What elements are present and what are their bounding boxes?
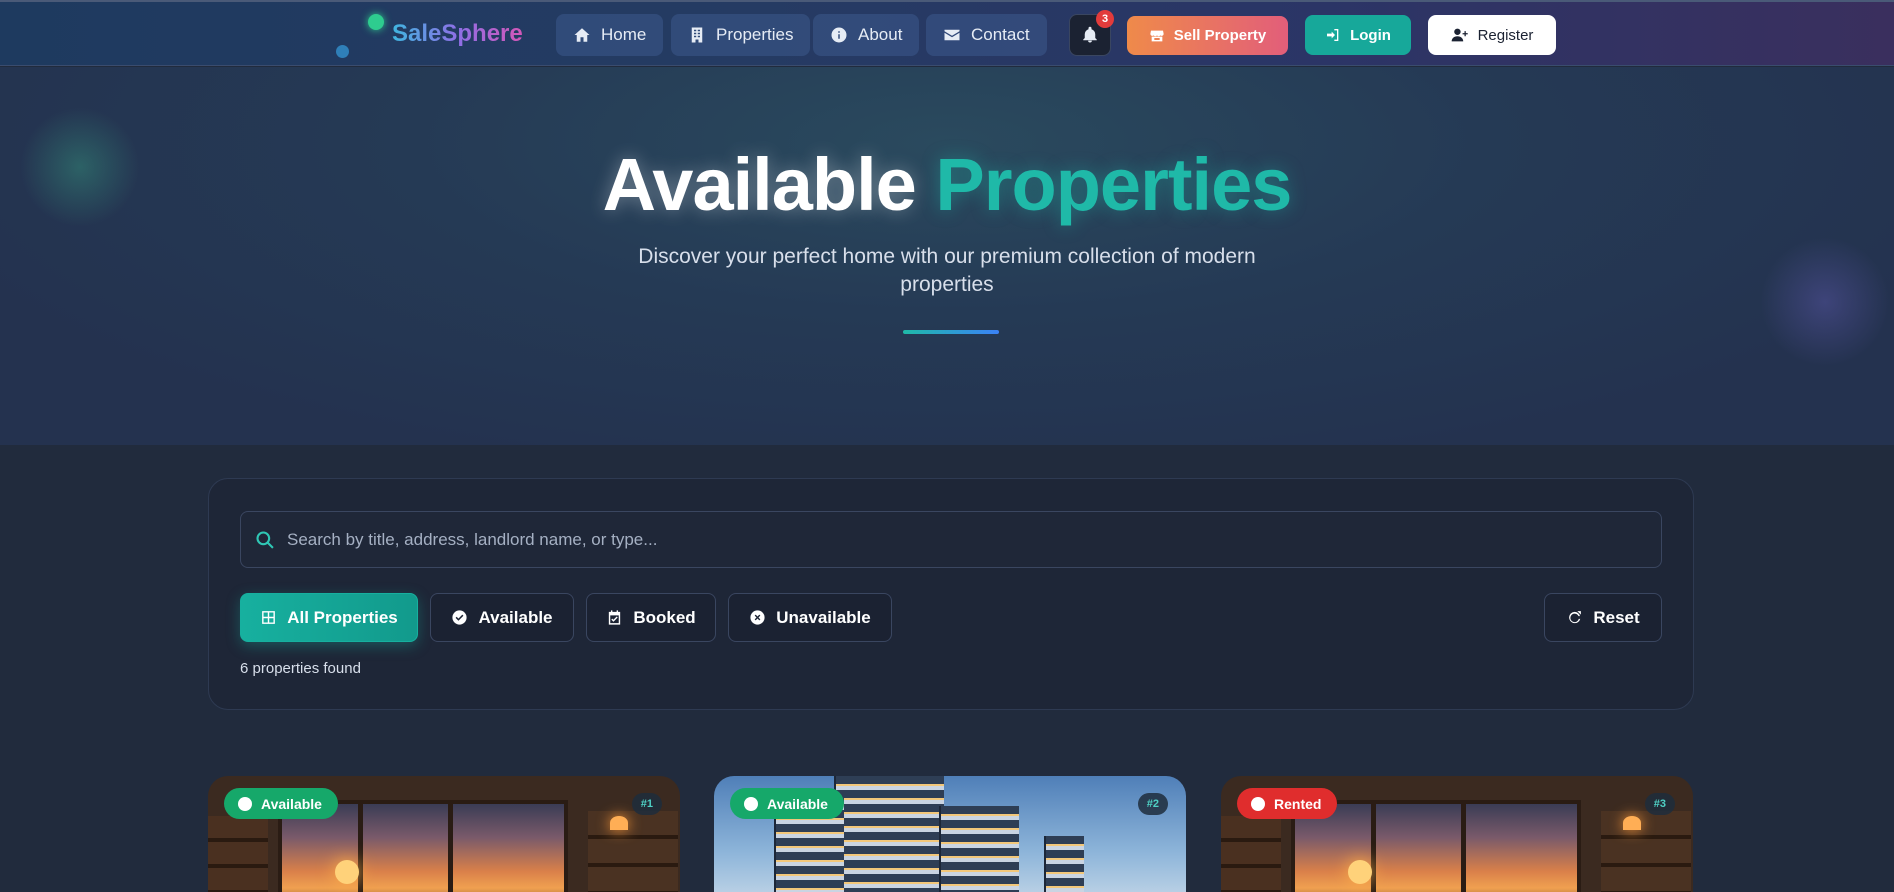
grid-icon: [262, 611, 276, 624]
home-icon: [574, 28, 590, 42]
status-dot-icon: [238, 796, 252, 811]
logo-dot-decoration: [336, 45, 349, 58]
nav-about-link[interactable]: About: [813, 14, 920, 56]
register-label: Register: [1477, 26, 1534, 44]
property-id-tag: #1: [631, 793, 662, 815]
login-button[interactable]: Login: [1305, 15, 1411, 55]
filter-booked-button[interactable]: Booked: [586, 593, 716, 642]
status-badge: Available: [730, 788, 844, 819]
nav-home-link[interactable]: Home: [556, 14, 664, 56]
calendar-check-icon: [609, 610, 621, 625]
filter-all-properties-button[interactable]: All Properties: [240, 593, 418, 642]
property-card[interactable]: Available #2: [714, 776, 1186, 892]
status-label: Rented: [1274, 795, 1322, 812]
filter-unavailable-label: Unavailable: [776, 607, 871, 627]
decorative-glow: [1760, 237, 1890, 367]
nav-contact-label: Contact: [971, 25, 1030, 44]
store-icon: [1150, 30, 1164, 41]
building-icon: [691, 27, 703, 43]
search-input[interactable]: [287, 512, 1647, 567]
check-circle-icon: [452, 610, 468, 625]
refresh-icon: [1569, 611, 1582, 624]
title-underline-divider: [903, 330, 999, 334]
page-title-part1: Available: [602, 143, 917, 226]
page-title-part2: Properties: [935, 143, 1292, 226]
property-id-tag: #3: [1644, 793, 1675, 815]
reset-label: Reset: [1593, 607, 1640, 627]
user-plus-icon: [1451, 28, 1468, 42]
nav-about-label: About: [858, 25, 903, 44]
envelope-icon: [944, 29, 960, 41]
status-dot-icon: [1251, 796, 1265, 811]
nav-properties-link[interactable]: Properties: [671, 14, 811, 56]
filter-booked-label: Booked: [633, 607, 696, 627]
property-id-tag: #2: [1137, 793, 1168, 815]
filter-available-button[interactable]: Available: [430, 593, 574, 642]
results-count: 6 properties found: [240, 660, 361, 677]
status-label: Available: [767, 795, 828, 812]
page-title: Available Properties: [0, 142, 1894, 227]
info-icon: [831, 27, 847, 43]
sell-property-button[interactable]: Sell Property: [1127, 16, 1288, 55]
sell-property-label: Sell Property: [1173, 27, 1267, 44]
nav-contact-link[interactable]: Contact: [926, 14, 1047, 56]
page-subtitle: Discover your perfect home with our prem…: [638, 245, 1256, 296]
sign-in-icon: [1327, 29, 1339, 41]
notification-count-badge: 3: [1096, 10, 1114, 28]
login-label: Login: [1350, 26, 1391, 44]
status-badge: Rented: [1237, 788, 1338, 819]
filter-all-properties-label: All Properties: [287, 607, 398, 627]
property-card[interactable]: Available #1: [208, 776, 680, 892]
hero-section: Available Properties Discover your perfe…: [0, 67, 1894, 445]
filter-available-label: Available: [478, 607, 553, 627]
x-circle-icon: [750, 610, 765, 625]
status-dot-icon: [744, 796, 758, 811]
logo-dot-decoration: [368, 14, 384, 30]
reset-filters-button[interactable]: Reset: [1544, 593, 1662, 642]
status-badge: Available: [224, 788, 338, 819]
search-icon: [256, 530, 274, 549]
nav-properties-label: Properties: [716, 25, 794, 44]
nav-home-label: Home: [601, 25, 647, 44]
filter-unavailable-button[interactable]: Unavailable: [728, 593, 892, 642]
bell-icon: [1083, 26, 1097, 43]
register-button[interactable]: Register: [1428, 15, 1556, 55]
top-navbar: SaleSphere Home Properties About Contact…: [0, 0, 1894, 66]
status-label: Available: [261, 795, 322, 812]
search-box: [240, 511, 1662, 568]
property-card[interactable]: Rented #3: [1221, 776, 1693, 892]
brand-logo[interactable]: SaleSphere: [392, 20, 523, 48]
